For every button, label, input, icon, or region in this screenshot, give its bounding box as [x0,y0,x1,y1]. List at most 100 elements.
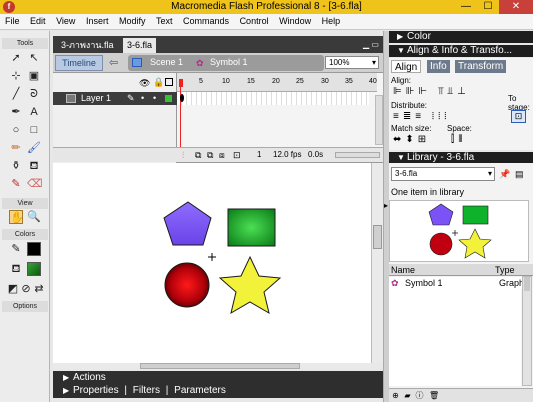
frame-row[interactable] [177,92,369,105]
parameters-tab[interactable]: Parameters [174,385,226,396]
window-controls-icon[interactable]: ▁ ▭ ✕ [359,37,383,64]
stage-vertical-scrollbar[interactable] [371,163,383,363]
menu-modify[interactable]: Modify [114,14,149,26]
tab-document-2[interactable]: 3-6.fla [123,38,157,53]
menu-edit[interactable]: Edit [25,14,49,26]
maximize-button[interactable]: ☐ [477,0,499,14]
lock-icon[interactable]: 🔒 [153,77,164,88]
collapse-arrow-icon[interactable]: ▸ [384,201,388,210]
lock-dot-icon[interactable]: • [153,92,156,105]
menu-view[interactable]: View [51,14,78,26]
zoom-tool-icon[interactable]: 🔍 [27,210,41,224]
eraser-icon[interactable]: ⌫ [27,177,43,191]
space-buttons-icon[interactable]: ⫿⦀ [451,134,467,145]
layer-row[interactable]: Layer 1 ✎ • • [53,92,177,105]
delete-icon[interactable]: 🗑 [429,391,439,400]
library-list[interactable] [389,289,521,386]
breadcrumb-scene[interactable]: Scene 1 [150,57,183,67]
fill-color-swatch[interactable] [27,262,41,276]
paint-bucket-icon[interactable]: ⛾ [27,159,41,173]
menu-text[interactable]: Text [151,14,176,26]
layer-outline-color[interactable] [165,95,172,102]
hscroll-thumb[interactable] [140,363,300,369]
black-white-icon[interactable]: ◩ [6,282,20,296]
new-symbol-icon[interactable]: ⊕ [391,391,400,400]
column-type-header[interactable]: Type [495,264,515,276]
tab-align[interactable]: Align [391,60,422,73]
fill-color-icon[interactable]: ⛾ [9,262,23,276]
line-tool-icon[interactable]: ╱ [9,87,23,101]
outline-icon[interactable] [165,78,173,86]
edit-multiple-frames-icon[interactable]: ⧈ [219,149,225,162]
color-panel-header[interactable]: ▶ Color [389,31,533,43]
match-size-buttons-icon[interactable]: ⬌⬍⊞ [393,134,430,145]
vscroll-thumb[interactable] [373,225,382,249]
gradient-transform-icon[interactable]: ▣ [27,69,41,83]
no-color-icon[interactable]: ⊘ [19,282,33,296]
align-panel-header[interactable]: ▼ Align & Info & Transfo... [389,45,533,57]
lasso-icon[interactable]: ᘐ [27,87,41,101]
properties-icon[interactable]: ⓘ [415,391,424,400]
text-tool-icon[interactable]: A [27,105,41,119]
back-arrow-icon[interactable]: ⇦ [109,56,118,69]
tab-info[interactable]: Info [427,60,450,73]
menu-help[interactable]: Help [317,14,344,26]
onion-skin-icon[interactable]: ⧉ [195,149,201,162]
timeline-button[interactable]: Timeline [55,55,103,71]
stage[interactable] [53,163,371,363]
yellow-star-shape[interactable] [218,255,282,315]
library-document-select[interactable]: 3-6.fla ▾ [391,167,495,181]
green-rectangle-shape[interactable] [227,208,276,247]
tab-transform[interactable]: Transform [455,60,507,73]
free-transform-icon[interactable]: ⊹ [9,69,23,83]
menu-file[interactable]: File [0,14,23,26]
breadcrumb-symbol[interactable]: Symbol 1 [210,57,248,67]
red-circle-shape[interactable] [164,262,210,308]
brush-icon[interactable]: 🖌 [27,141,41,155]
pencil-icon[interactable]: ✏ [9,141,23,155]
selection-arrow-icon[interactable]: ➚ [9,51,23,65]
library-vscroll-thumb[interactable] [524,277,530,291]
rectangle-tool-icon[interactable]: □ [27,123,41,137]
tab-document-1[interactable]: 3-ภาพงาน.fla [57,38,118,53]
align-buttons-icon[interactable]: ⊫⊪⊩ ⫪⫫⊥ [393,86,470,97]
frame-ruler[interactable]: 5 10 15 20 25 30 35 40 [177,73,377,92]
swap-colors-icon[interactable]: ⇄ [32,282,46,296]
new-folder-icon[interactable]: ▰ [403,391,412,400]
minimize-button[interactable]: — [455,0,477,14]
close-button[interactable]: ✕ [499,0,533,14]
pentagon-shape[interactable] [163,201,212,246]
actions-panel-header[interactable]: ▶ Actions [53,371,383,384]
keyframe-dot[interactable] [180,94,184,102]
hand-tool-icon[interactable]: ✋ [9,210,24,224]
ink-bottle-icon[interactable]: ⚱ [9,159,23,173]
timeline-hscroll[interactable] [335,152,380,158]
menu-commands[interactable]: Commands [178,14,232,26]
library-vscroll[interactable] [522,276,532,386]
library-item-row[interactable]: ✿ Symbol 1 Graph [389,277,525,289]
modify-onion-markers-icon[interactable]: ⊡ [233,149,241,162]
menu-insert[interactable]: Insert [81,14,112,26]
subselection-icon[interactable]: ↖ [27,51,41,65]
stage-horizontal-scrollbar[interactable] [53,363,371,369]
center-frame-icon[interactable]: ⫶ [182,149,184,162]
playhead[interactable] [179,73,183,147]
pen-icon[interactable]: ✒ [9,105,23,119]
distribute-buttons-icon[interactable]: ≡≣≡ ⦙⦙⦙ [393,111,451,122]
column-name-header[interactable]: Name [391,264,415,276]
zoom-select[interactable]: 100% ▾ [325,56,379,69]
menu-window[interactable]: Window [274,14,314,26]
properties-panel-header[interactable]: ▶ Properties | Filters | Parameters [53,384,383,398]
filters-tab[interactable]: Filters [133,385,160,396]
properties-tab[interactable]: Properties [73,385,119,396]
eyedropper-icon[interactable]: ✎ [9,177,23,191]
menu-control[interactable]: Control [235,14,272,26]
onion-outlines-icon[interactable]: ⧉ [207,149,213,162]
stroke-color-swatch[interactable] [27,242,41,256]
pin-icon[interactable]: 📌 [499,169,510,180]
stroke-color-icon[interactable]: ✎ [9,242,23,256]
new-library-icon[interactable]: ▤ [515,169,524,180]
oval-tool-icon[interactable]: ○ [9,123,23,137]
to-stage-toggle[interactable]: ⊡ [511,110,526,123]
eye-icon[interactable]: 👁 [139,78,150,89]
